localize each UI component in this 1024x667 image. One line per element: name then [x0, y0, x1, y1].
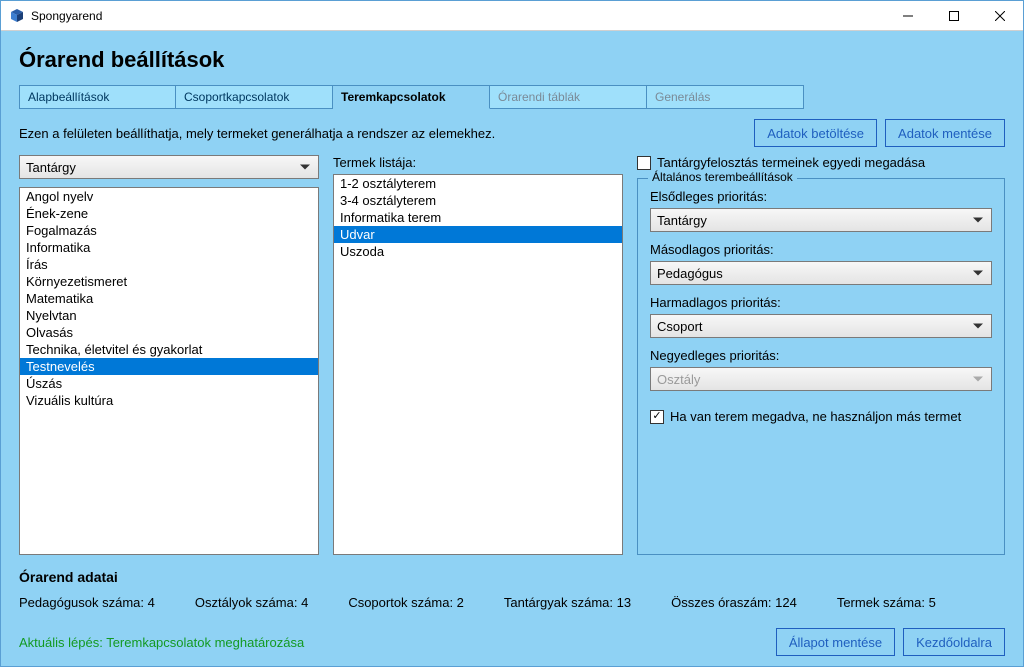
priority4-value: Osztály [657, 372, 700, 387]
priority3-label: Harmadlagos prioritás: [650, 295, 992, 310]
priority3-dropdown[interactable]: Csoport [650, 314, 992, 338]
instruction-text: Ezen a felületen beállíthatja, mely term… [19, 126, 495, 141]
subject-item[interactable]: Fogalmazás [20, 222, 318, 239]
tab-3: Órarendi táblák [490, 85, 647, 109]
main-grid: Tantárgy Angol nyelvÉnek-zeneFogalmazásI… [19, 155, 1005, 555]
bottom-row: Aktuális lépés: Teremkapcsolatok meghatá… [19, 628, 1005, 656]
rooms-label: Termek listája: [333, 155, 623, 170]
subject-item[interactable]: Angol nyelv [20, 188, 318, 205]
room-item[interactable]: Uszoda [334, 243, 622, 260]
priority1-label: Elsődleges prioritás: [650, 189, 992, 204]
subject-item[interactable]: Úszás [20, 375, 318, 392]
lock-room-row: ✓ Ha van terem megadva, ne használjon má… [650, 409, 992, 424]
current-step: Aktuális lépés: Teremkapcsolatok meghatá… [19, 635, 304, 650]
app-window: Spongyarend Órarend beállítások Alapbeál… [0, 0, 1024, 667]
unique-rooms-row: Tantárgyfelosztás termeinek egyedi megad… [637, 155, 1005, 170]
unique-rooms-checkbox[interactable] [637, 156, 651, 170]
unique-rooms-label: Tantárgyfelosztás termeinek egyedi megad… [657, 155, 925, 170]
lock-room-label: Ha van terem megadva, ne használjon más … [670, 409, 961, 424]
subject-item[interactable]: Olvasás [20, 324, 318, 341]
subject-item[interactable]: Környezetismeret [20, 273, 318, 290]
minimize-icon [903, 11, 913, 21]
client-area: Órarend beállítások AlapbeállításokCsopo… [1, 31, 1023, 666]
titlebar: Spongyarend [1, 1, 1023, 31]
subject-item[interactable]: Matematika [20, 290, 318, 307]
filter-dropdown-value: Tantárgy [26, 160, 76, 175]
subject-item[interactable]: Technika, életvitel és gyakorlat [20, 341, 318, 358]
subject-listbox[interactable]: Angol nyelvÉnek-zeneFogalmazásInformatik… [19, 187, 319, 555]
lock-room-checkbox[interactable]: ✓ [650, 410, 664, 424]
rooms-listbox[interactable]: 1-2 osztályterem3-4 osztályteremInformat… [333, 174, 623, 555]
close-button[interactable] [977, 1, 1023, 30]
left-column: Tantárgy Angol nyelvÉnek-zeneFogalmazásI… [19, 155, 319, 555]
subject-item[interactable]: Vizuális kultúra [20, 392, 318, 409]
stat-csoportok: Csoportok száma: 2 [348, 595, 464, 610]
room-item[interactable]: Udvar [334, 226, 622, 243]
room-item[interactable]: 3-4 osztályterem [334, 192, 622, 209]
tab-1[interactable]: Csoportkapcsolatok [176, 85, 333, 109]
save-state-button[interactable]: Állapot mentése [776, 628, 895, 656]
general-room-settings-group: Általános terembeállítások Elsődleges pr… [637, 178, 1005, 555]
priority2-label: Másodlagos prioritás: [650, 242, 992, 257]
priority3-value: Csoport [657, 319, 703, 334]
stats-row: Pedagógusok száma: 4 Osztályok száma: 4 … [19, 595, 1005, 610]
stat-osztalyok: Osztályok száma: 4 [195, 595, 308, 610]
stats-title: Órarend adatai [19, 569, 1005, 585]
middle-column: Termek listája: 1-2 osztályterem3-4 oszt… [333, 155, 623, 555]
stat-termek: Termek száma: 5 [837, 595, 936, 610]
filter-dropdown[interactable]: Tantárgy [19, 155, 319, 179]
save-data-button[interactable]: Adatok mentése [885, 119, 1005, 147]
stat-orak: Összes óraszám: 124 [671, 595, 797, 610]
maximize-button[interactable] [931, 1, 977, 30]
subject-item[interactable]: Írás [20, 256, 318, 273]
right-column: Tantárgyfelosztás termeinek egyedi megad… [637, 155, 1005, 555]
tab-2[interactable]: Teremkapcsolatok [333, 85, 490, 109]
stat-pedagogusok: Pedagógusok száma: 4 [19, 595, 155, 610]
minimize-button[interactable] [885, 1, 931, 30]
app-icon [9, 8, 25, 24]
page-title: Órarend beállítások [19, 47, 1005, 73]
group-legend: Általános terembeállítások [648, 170, 797, 184]
priority2-dropdown[interactable]: Pedagógus [650, 261, 992, 285]
priority1-value: Tantárgy [657, 213, 707, 228]
maximize-icon [949, 11, 959, 21]
app-title: Spongyarend [31, 9, 102, 23]
subject-item[interactable]: Informatika [20, 239, 318, 256]
subject-item[interactable]: Ének-zene [20, 205, 318, 222]
tab-4: Generálás [647, 85, 804, 109]
tab-0[interactable]: Alapbeállítások [19, 85, 176, 109]
priority4-dropdown: Osztály [650, 367, 992, 391]
subject-item[interactable]: Nyelvtan [20, 307, 318, 324]
room-item[interactable]: Informatika terem [334, 209, 622, 226]
priority2-value: Pedagógus [657, 266, 723, 281]
stat-tantargyak: Tantárgyak száma: 13 [504, 595, 631, 610]
room-item[interactable]: 1-2 osztályterem [334, 175, 622, 192]
tabs: AlapbeállításokCsoportkapcsolatokTeremka… [19, 85, 1005, 109]
window-controls [885, 1, 1023, 30]
home-button[interactable]: Kezdőoldalra [903, 628, 1005, 656]
close-icon [995, 11, 1005, 21]
toolbar: Ezen a felületen beállíthatja, mely term… [19, 119, 1005, 147]
subject-item[interactable]: Testnevelés [20, 358, 318, 375]
priority4-label: Negyedleges prioritás: [650, 348, 992, 363]
load-data-button[interactable]: Adatok betöltése [754, 119, 877, 147]
priority1-dropdown[interactable]: Tantárgy [650, 208, 992, 232]
